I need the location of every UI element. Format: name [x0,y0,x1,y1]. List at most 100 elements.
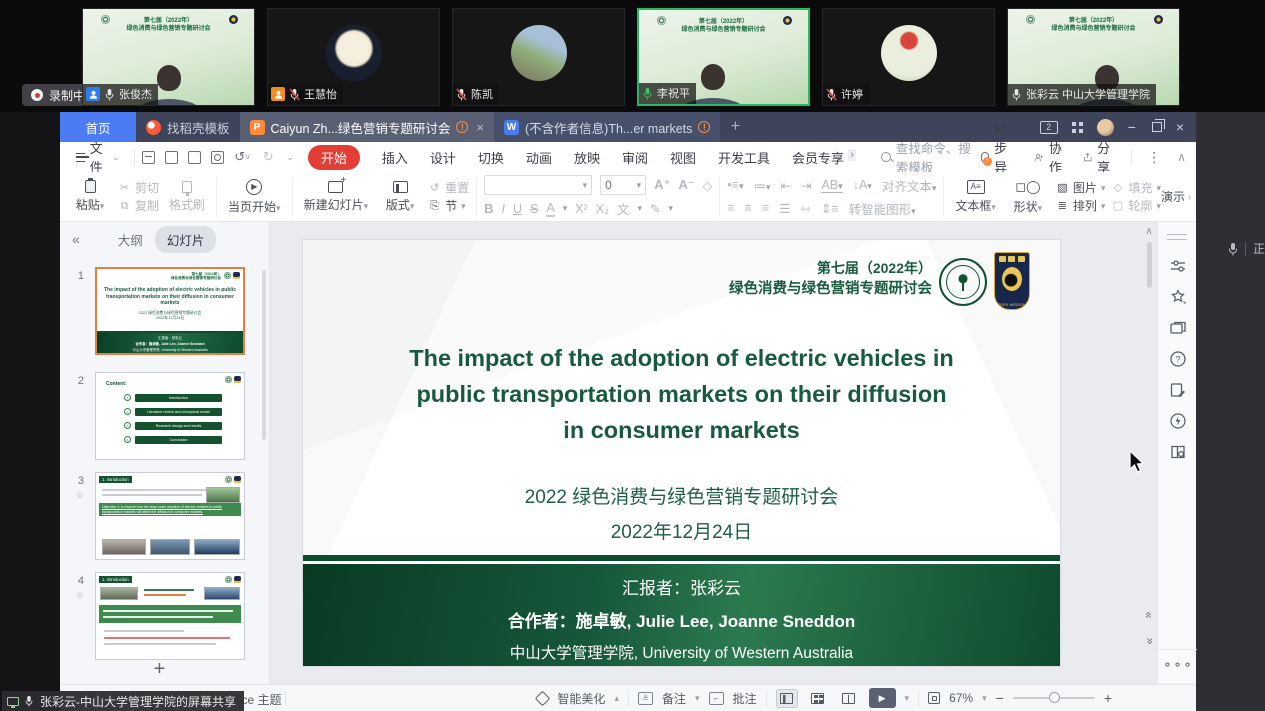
fit-to-window-icon[interactable] [928,692,940,704]
fill-button[interactable]: ◇填充▾ [1111,182,1161,194]
participant-tile[interactable]: 王慧怡 [267,8,440,106]
help-icon[interactable]: ? [1158,343,1197,374]
menu-view[interactable]: 视图 [670,148,696,167]
slide-thumbnail-4[interactable]: 1. Introduction [95,572,245,660]
menu-insert[interactable]: 插入 [382,148,408,167]
layout-button[interactable]: 版式▾ [378,174,422,220]
character-spacing-button[interactable]: AB▾ [821,178,842,193]
export-icon[interactable] [165,151,178,164]
menu-slideshow[interactable]: 放映 [574,148,600,167]
decrease-indent-button[interactable]: ⇤ [781,178,791,193]
shapes-button[interactable]: ◻◯ 形状▾ [1006,174,1050,220]
clear-format-button[interactable]: ◇ [703,178,713,193]
add-slide-button[interactable]: + [60,658,259,681]
scrollbar-thumb[interactable] [1147,242,1152,288]
slide-thumbnail-3[interactable]: 1. Introduction Objective 1: to explore … [95,472,245,560]
performance-icon[interactable] [1158,405,1197,436]
slide-thumbnail-2[interactable]: Content: 1Introduction 2Literature revie… [95,372,245,460]
command-search[interactable]: 查找命令、搜索模板 [880,138,981,176]
participant-tile[interactable]: 第七届（2022年）绿色消费与绿色营销专题研讨会 张俊杰 [82,8,255,106]
pinyin-button[interactable]: 文 [617,199,630,218]
print-preview-icon[interactable] [211,151,224,164]
feedback-edit-icon[interactable] [1158,374,1197,405]
collapse-panel-icon[interactable]: « [72,231,80,247]
text-direction-button[interactable]: ↓A▾ [853,178,872,192]
editing-canvas[interactable]: 第七届（2022年） 绿色消费与绿色营销专题研讨会 SEEK WISDOM Th… [270,222,1157,684]
zoom-in-button[interactable]: + [1104,690,1112,706]
menu-devtools[interactable]: 开发工具 [718,148,770,167]
redo-icon[interactable]: ↻ [260,149,276,165]
tab-slides[interactable]: 幻灯片 [155,226,217,253]
menu-design[interactable]: 设计 [430,148,456,167]
copy-button[interactable]: ⧉复制 [118,200,159,212]
textbox-button[interactable]: A≡ 文本框▾ [951,174,1000,220]
slide-thumbnail-1[interactable]: 第七届（2022年）绿色消费与绿色营销专题研讨会 The impact of t… [95,267,245,355]
meeting-floating-toolbar[interactable]: 正 [1227,240,1265,257]
new-slide-button[interactable]: 新建幻灯片▾ [300,174,373,220]
format-painter-button[interactable]: 格式刷 [165,174,209,220]
dictionary-search-icon[interactable] [1158,436,1197,467]
zoom-out-button[interactable]: − [996,690,1004,706]
participant-tile-speaking[interactable]: 第七届（2022年）绿色消费与绿色营销专题研讨会 李祝平 [637,8,810,106]
comments-button[interactable]: 批注 [733,690,757,707]
bold-button[interactable]: B [484,201,493,216]
increase-indent-button[interactable]: ⇥ [801,178,811,193]
increase-font-button[interactable]: A⁺ [654,177,670,193]
to-smartart-button[interactable]: 转智能图形▾ [849,199,916,218]
present-panel-toggle[interactable]: 演示 › [1161,188,1191,205]
smart-beautify-button[interactable]: 智能美化 [557,690,605,707]
next-slide-button[interactable]: « [1142,635,1156,647]
align-text-button[interactable]: 对齐文本▾ [882,176,937,195]
strikethrough-button[interactable]: S [530,202,538,216]
participant-tile[interactable]: 许婷 [822,8,995,106]
align-left-icon[interactable]: ≡ [727,201,734,215]
font-color-button[interactable]: A [546,201,554,217]
menu-transition[interactable]: 切换 [478,148,504,167]
zoom-slider[interactable] [1013,697,1095,699]
file-menu[interactable]: 文件 ⌄ [70,138,126,176]
slide-footer[interactable]: 汇报者：张彩云 合作者：施卓敏, Julie Lee, Joanne Snedd… [303,564,1060,666]
previous-slide-button[interactable]: « [1142,609,1156,621]
uwa-logo[interactable]: SEEK WISDOM [994,252,1030,310]
more-tools-icon[interactable]: ⚬⚬⚬ [1158,649,1197,672]
justify-icon[interactable]: ☰ [779,201,790,216]
sysu-logo[interactable] [938,253,988,311]
numbered-list-button[interactable]: ≔▾ [753,178,770,193]
chevron-up-icon[interactable]: ▴ [614,693,619,704]
chevron-down-icon[interactable]: ▾ [695,693,700,704]
undo-icon[interactable]: ↺˅ [234,149,250,165]
participant-tile[interactable]: 第七届（2022年）绿色消费与绿色营销专题研讨会 张彩云 中山大学管理学院 [1007,8,1180,106]
collaborate-button[interactable]: 协作 [1034,138,1067,176]
font-size-select[interactable]: 0▾ [600,175,646,195]
notes-button[interactable]: 备注 [662,690,686,707]
reading-view-button[interactable] [838,689,860,708]
more-options-icon[interactable]: ⋮ [1147,149,1161,166]
arrange-button[interactable]: ≣排列▾ [1056,200,1106,212]
highlight-button[interactable]: ✎ [650,201,660,216]
rail-handle-icon[interactable] [1167,234,1187,240]
reset-button[interactable]: ↺重置 [428,182,469,194]
section-button[interactable]: ⎘节▾ [428,200,469,212]
properties-settings-icon[interactable] [1158,250,1197,281]
paste-button[interactable]: 粘贴▾ [68,174,112,220]
scroll-up-icon[interactable]: ∧ [1143,226,1155,237]
menu-start[interactable]: 开始 [308,145,360,170]
shape-outline-button[interactable]: ▢轮廓▾ [1111,200,1161,212]
slide-subtitle[interactable]: 2022 绿色消费与绿色营销专题研讨会 2022年12月24日 [323,480,1040,550]
line-spacing-button[interactable]: ⇕≡ [821,201,839,216]
close-tab-icon[interactable]: × [476,120,484,135]
italic-button[interactable]: I [502,202,505,216]
tab-outline[interactable]: 大纲 [106,226,155,253]
menu-membership[interactable]: 会员专享 [792,148,854,167]
slide-title[interactable]: The impact of the adoption of electric v… [323,340,1040,448]
share-button[interactable]: 分享 [1083,138,1115,176]
superscript-button[interactable]: X² [575,202,588,216]
tab-docer-templates[interactable]: 找稻壳模板 [136,112,240,142]
customize-toolbar-icon[interactable]: ⌄ [286,152,294,163]
slideshow-play-button[interactable]: ▶ [869,688,896,708]
align-center-icon[interactable]: ≡ [745,201,752,215]
align-right-icon[interactable]: ≡ [762,201,769,215]
menu-review[interactable]: 审阅 [622,148,648,167]
picture-button[interactable]: ▧图片▾ [1056,182,1106,194]
slide-show-panel-icon[interactable] [1158,312,1197,343]
